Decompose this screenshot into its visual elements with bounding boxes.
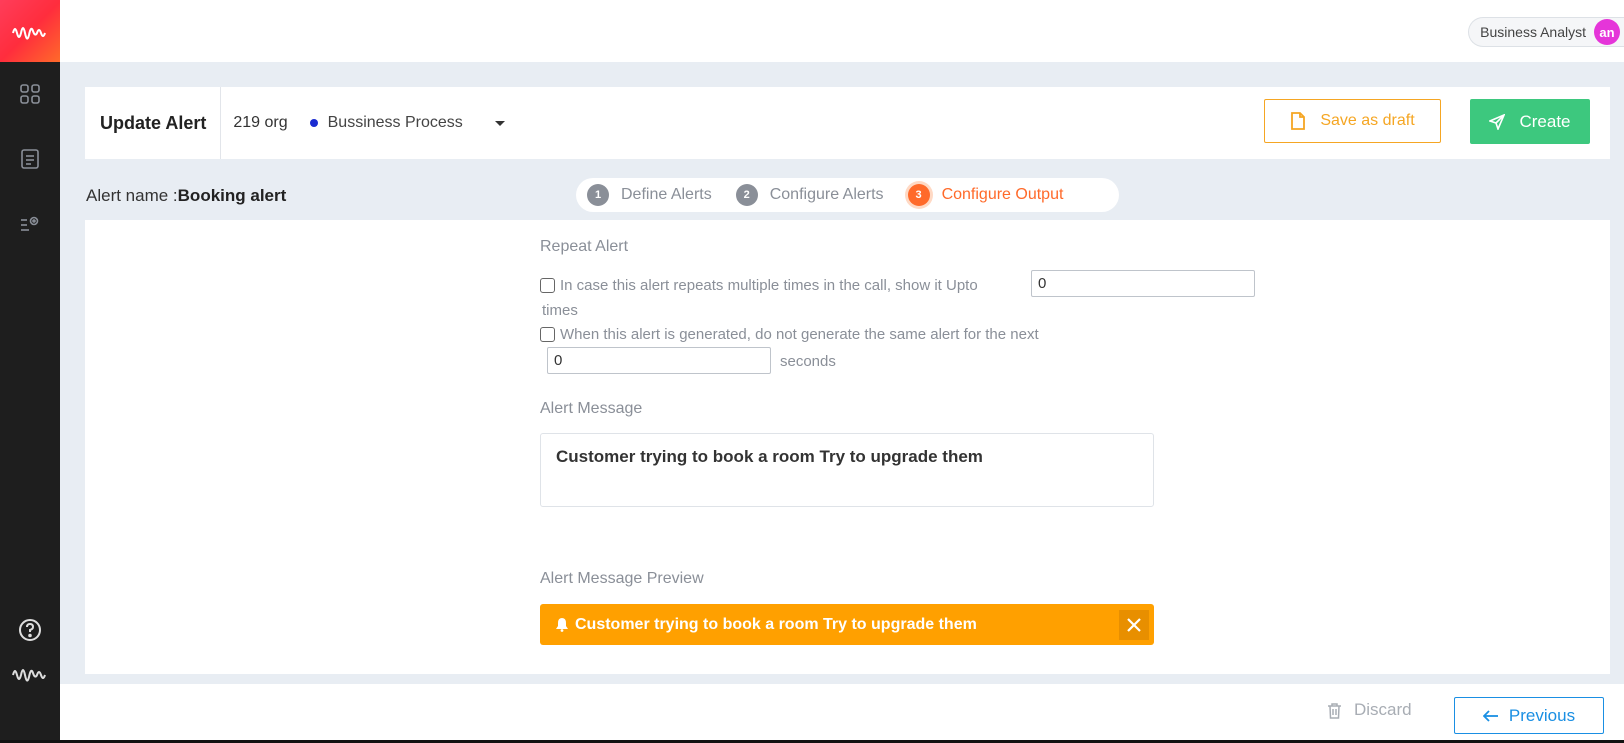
sidebar <box>0 0 60 743</box>
step-label: Define Alerts <box>621 186 712 203</box>
seconds-label: seconds <box>780 353 836 370</box>
step-number: 1 <box>587 184 609 206</box>
user-menu[interactable]: Business Analyst an <box>1468 17 1624 47</box>
alert-preview-banner: Customer trying to book a room Try to up… <box>540 604 1154 645</box>
avatar: an <box>1594 19 1620 45</box>
caret-down-icon <box>494 120 505 126</box>
waveform-logo-icon <box>12 27 46 40</box>
repeat-alert-title: Repeat Alert <box>540 238 629 255</box>
step-indicator: 1 Define Alerts 2 Configure Alerts 3 Con… <box>576 178 1119 212</box>
discard-button[interactable]: Discard <box>1327 700 1412 720</box>
send-icon <box>1489 113 1506 130</box>
previous-label: Previous <box>1508 705 1576 725</box>
trash-icon <box>1328 702 1341 719</box>
save-draft-label: Save as draft <box>1320 112 1415 129</box>
step-number: 2 <box>735 184 758 206</box>
repeat-option-2-text: When this alert is generated, do not gen… <box>560 326 1039 343</box>
page-title: Update Alert <box>85 87 222 159</box>
suppress-seconds-input[interactable] <box>547 347 771 374</box>
suppress-alert-checkbox[interactable] <box>540 327 555 342</box>
settings-list-icon[interactable] <box>17 210 43 236</box>
repeat-option-2: When this alert is generated, do not gen… <box>540 326 1039 343</box>
repeat-option-1-text: In case this alert repeats multiple time… <box>560 277 978 294</box>
bell-icon <box>556 618 568 632</box>
alert-name-label: Alert name : <box>86 186 178 205</box>
repeat-limit-checkbox[interactable] <box>540 278 555 293</box>
document-list-icon[interactable] <box>17 146 43 172</box>
header-card: Update Alert 219 org Bussiness Process S… <box>85 87 1610 159</box>
step-configure-output[interactable]: 3 Configure Output <box>907 184 1064 206</box>
help-icon[interactable] <box>17 617 43 643</box>
file-icon <box>1291 112 1306 130</box>
alert-name: Alert name :Booking alert <box>86 186 286 206</box>
step-label: Configure Alerts <box>769 186 884 203</box>
arrow-left-icon <box>1482 709 1498 722</box>
footer-bar: Discard Previous <box>60 684 1624 743</box>
previous-button[interactable]: Previous <box>1454 697 1604 734</box>
discard-label: Discard <box>1354 700 1412 719</box>
close-icon[interactable] <box>1119 610 1149 640</box>
process-label: Bussiness Process <box>327 114 463 131</box>
step-define-alerts[interactable]: 1 Define Alerts <box>587 184 712 206</box>
alert-preview-title: Alert Message Preview <box>540 570 704 587</box>
app-logo[interactable] <box>0 0 60 62</box>
create-button[interactable]: Create <box>1470 99 1590 144</box>
status-dot-icon <box>309 119 318 127</box>
alert-message-title: Alert Message <box>540 400 643 417</box>
process-dropdown[interactable]: Bussiness Process <box>309 114 505 132</box>
create-label: Create <box>1519 111 1571 131</box>
user-role: Business Analyst <box>1480 24 1586 40</box>
alert-message-input[interactable]: Customer trying to book a room Try to up… <box>540 433 1154 507</box>
step-number: 3 <box>907 184 930 206</box>
repeat-limit-input[interactable] <box>1031 270 1255 297</box>
top-bar: Business Analyst an <box>60 0 1624 62</box>
configure-output-panel: Repeat Alert In case this alert repeats … <box>85 220 1610 674</box>
org-label: 219 org <box>233 114 288 131</box>
repeat-option-1: In case this alert repeats multiple time… <box>540 277 978 294</box>
alert-name-value: Booking alert <box>177 186 287 205</box>
preview-text: Customer trying to book a room Try to up… <box>575 615 977 633</box>
step-label: Configure Output <box>941 186 1064 203</box>
dashboard-grid-icon[interactable] <box>17 81 43 107</box>
repeat-option-1-suffix: times <box>542 302 578 319</box>
step-configure-alerts[interactable]: 2 Configure Alerts <box>735 184 884 206</box>
waveform-brand-icon <box>10 660 50 686</box>
save-draft-button[interactable]: Save as draft <box>1264 99 1441 143</box>
